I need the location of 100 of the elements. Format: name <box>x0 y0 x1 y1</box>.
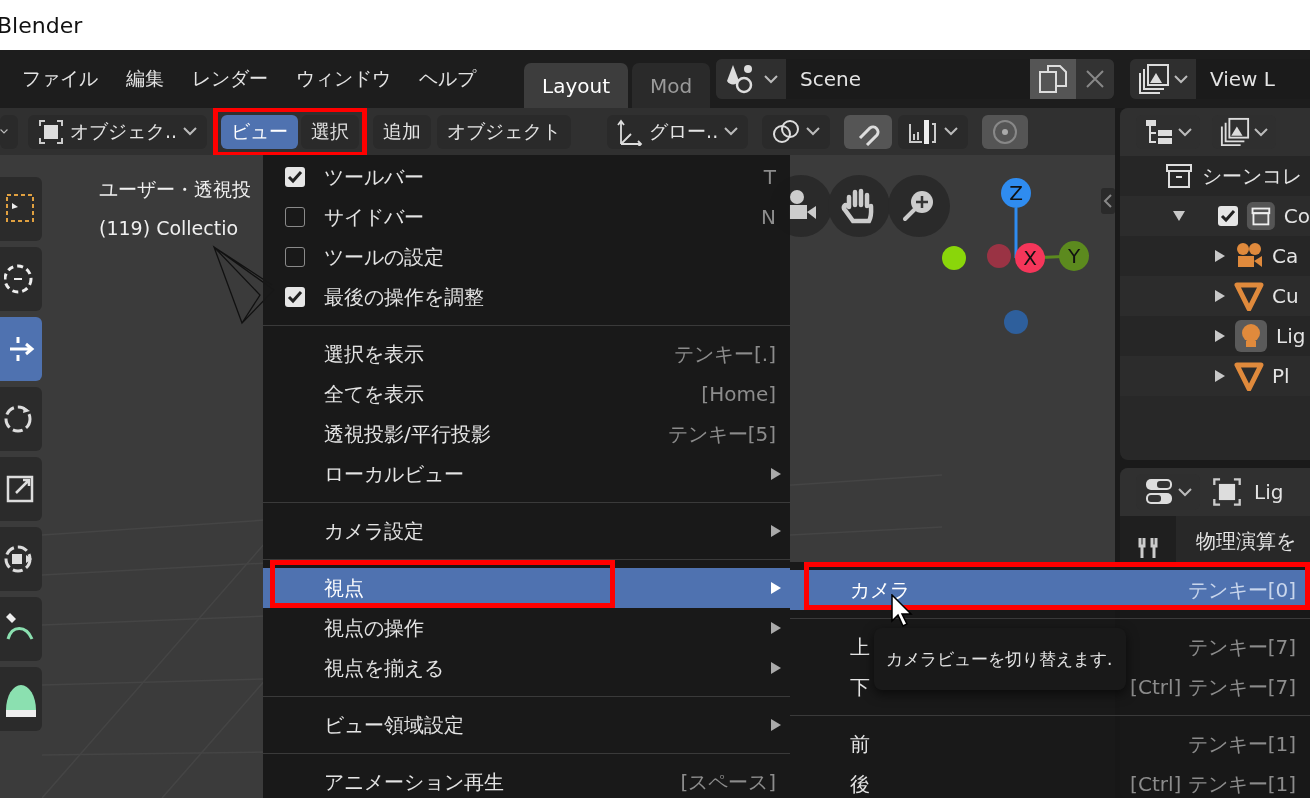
collapse-arrow-icon[interactable] <box>1214 329 1226 343</box>
view-layer-field[interactable]: View L <box>1196 59 1310 99</box>
tool-button[interactable] <box>0 457 42 521</box>
duplicate-button[interactable] <box>1030 59 1076 99</box>
image-stack-icon <box>1220 117 1250 147</box>
caret-icon <box>1174 74 1188 84</box>
tool-button[interactable] <box>0 177 42 241</box>
target-circle-icon <box>992 118 1019 145</box>
caret-icon <box>944 127 959 136</box>
menu-item[interactable]: 視点 <box>263 568 790 608</box>
checkbox[interactable] <box>285 287 305 307</box>
axis-handle[interactable]: X <box>1015 243 1045 273</box>
axis-dot[interactable] <box>987 244 1011 268</box>
menu-item[interactable]: 視点を揃える <box>263 648 790 688</box>
toggle-switches-icon <box>1144 477 1174 507</box>
caret-icon <box>806 127 821 136</box>
snap-target-dropdown[interactable] <box>898 114 969 149</box>
header-menu[interactable]: オブジェクト <box>437 114 572 149</box>
expand-arrow-icon[interactable] <box>1172 210 1186 222</box>
submenu-arrow-icon <box>770 718 782 732</box>
header-menu[interactable]: 追加 <box>373 114 432 149</box>
submenu-arrow-icon <box>770 467 782 481</box>
proportional-toggle[interactable] <box>982 114 1029 149</box>
menu-title[interactable]: ウィンドウ <box>282 66 405 92</box>
section-title[interactable]: 物理演算を <box>1196 529 1296 553</box>
menu-item[interactable]: 後 [Ctrl] テンキー[1] <box>790 764 1310 798</box>
tool-button[interactable] <box>0 387 42 451</box>
menu-title[interactable]: ファイル <box>8 66 112 92</box>
tool-button[interactable] <box>0 527 42 591</box>
tool-button[interactable] <box>0 247 42 311</box>
view-layer-selector[interactable] <box>1130 59 1196 99</box>
image-stack-icon <box>1138 63 1170 95</box>
collapse-arrow-icon[interactable] <box>1214 249 1226 263</box>
workspace-tab[interactable]: Mod <box>632 63 711 108</box>
menu-item[interactable]: 前 テンキー[1] <box>790 724 1310 764</box>
caret-icon <box>764 74 778 84</box>
mode-dropdown[interactable]: オブジェク.. <box>28 114 208 149</box>
caret-icon <box>1178 487 1192 497</box>
linked-circles-icon <box>772 118 801 145</box>
menu-item[interactable]: 視点の操作 <box>263 608 790 648</box>
menu-item[interactable]: 選択を表示 テンキー[.] <box>263 334 790 374</box>
orientation-dropdown[interactable]: グロー.. <box>607 114 749 149</box>
tooltip: カメラビューを切り替えます. <box>874 628 1126 690</box>
menu-item[interactable]: ローカルビュー <box>263 454 790 494</box>
properties-title: Lig <box>1254 480 1284 504</box>
outliner-row[interactable]: Co <box>1120 196 1310 236</box>
triangle-mesh-icon <box>1234 361 1264 391</box>
navigation-gizmo[interactable]: Z X Y <box>942 175 1112 345</box>
snap-toggle[interactable] <box>844 114 893 149</box>
menu-title[interactable]: ヘルプ <box>405 66 490 92</box>
scene-selector[interactable] <box>716 59 786 99</box>
window-title: Blender <box>0 12 83 38</box>
tool-button[interactable] <box>0 597 42 661</box>
close-button[interactable] <box>1076 59 1114 99</box>
outliner-label: Pl <box>1272 364 1290 388</box>
tool-button[interactable] <box>0 667 42 731</box>
checkbox[interactable] <box>285 167 305 187</box>
axis-dot[interactable] <box>942 246 966 270</box>
submenu-arrow-icon <box>770 621 782 635</box>
light-bulb-icon <box>1234 319 1268 353</box>
header-menu[interactable]: ビュー <box>221 114 299 149</box>
workspace-tab[interactable]: Layout <box>524 63 628 108</box>
collapse-arrow-icon[interactable] <box>1214 369 1226 383</box>
caret-icon <box>724 127 739 136</box>
pivot-dropdown[interactable] <box>762 114 831 149</box>
axis-handle[interactable]: Z <box>1001 178 1031 208</box>
header-menu[interactable]: 選択 <box>301 114 360 149</box>
axis-dot[interactable] <box>1004 310 1028 334</box>
submenu-arrow-icon <box>770 581 782 595</box>
collapse-tab-icon[interactable] <box>1101 188 1115 214</box>
caret-icon <box>1254 127 1268 137</box>
menu-item[interactable]: 透視投影/平行投影 テンキー[5] <box>263 414 790 454</box>
menu-title[interactable]: 編集 <box>112 66 178 92</box>
collapse-arrow-icon[interactable] <box>1214 289 1226 303</box>
checkbox[interactable] <box>285 207 305 227</box>
scene-field[interactable]: Scene <box>786 59 1030 99</box>
collection-box-icon <box>1246 200 1276 232</box>
caret-icon <box>183 127 198 136</box>
menu-item[interactable]: サイドバー N <box>263 197 790 237</box>
outliner-label: シーンコレ <box>1202 162 1302 190</box>
checkbox[interactable] <box>1218 206 1238 226</box>
menu-item[interactable]: カメラ設定 <box>263 511 790 551</box>
menu-item[interactable]: ツールバー T <box>263 157 790 197</box>
outliner-label: Cu <box>1272 284 1299 308</box>
axis-handle[interactable]: Y <box>1059 241 1089 271</box>
menu-item[interactable]: ツールの設定 <box>263 237 790 277</box>
checkbox[interactable] <box>285 247 305 267</box>
viewport-info-text: (119) Collectio <box>99 217 240 239</box>
menu-item[interactable]: 最後の操作を調整 <box>263 277 790 317</box>
object-icon <box>1212 477 1242 507</box>
object-mode-icon <box>38 118 64 145</box>
menu-item[interactable]: 全てを表示 [Home] <box>263 374 790 414</box>
triangle-mesh-icon <box>1234 281 1264 311</box>
menu-item[interactable]: アニメーション再生 [スペース] <box>263 762 790 798</box>
outliner-row[interactable]: Cu <box>1120 276 1310 316</box>
menu-title[interactable]: レンダー <box>178 66 282 92</box>
archive-box-icon <box>1164 161 1194 191</box>
outliner-row[interactable]: Pl <box>1120 356 1310 396</box>
axes-icon <box>617 117 644 146</box>
menu-item[interactable]: ビュー領域設定 <box>263 705 790 745</box>
